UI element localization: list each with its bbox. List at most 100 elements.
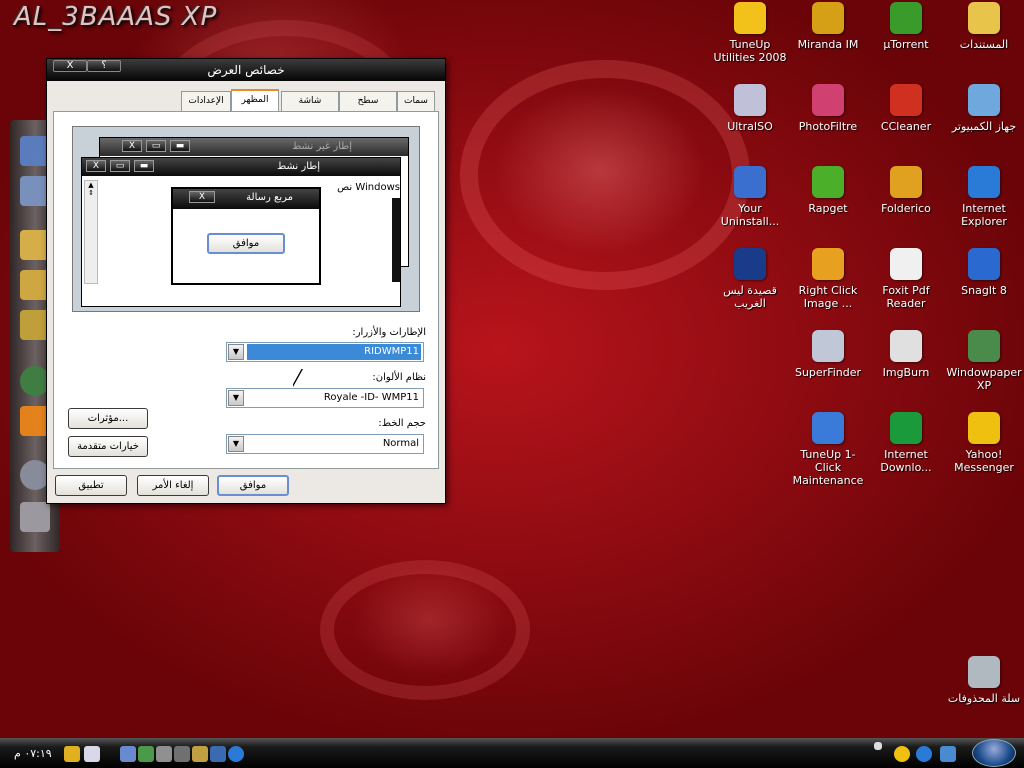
font-size-select[interactable]: ▼ Normal — [226, 434, 424, 454]
desktop-icon-label: µTorrent — [883, 38, 929, 51]
desktop-icon[interactable]: Folderico — [867, 166, 945, 215]
desktop-icon-label: TuneUp 1-Click Maintenance — [792, 448, 864, 487]
tray-sun-icon[interactable] — [64, 746, 80, 762]
quicklaunch-printer-icon[interactable] — [156, 746, 172, 762]
desktop-icon[interactable]: Miranda IM — [789, 2, 867, 51]
desktop-icon[interactable]: Internet Downlo... — [867, 412, 945, 474]
appearance-panel: X ▭ ▬ إطار غير نشط X ▭ ▬ إطار نشط ▲ ⇕ نص … — [53, 111, 439, 469]
preview-close-icon: X — [86, 160, 106, 172]
chevron-down-icon[interactable]: ▼ — [228, 344, 244, 360]
tray-yahoo-icon[interactable] — [894, 746, 910, 762]
preview-dark-edge — [392, 198, 400, 282]
chevron-down-icon[interactable]: ▼ — [228, 390, 244, 406]
desktop-icon[interactable]: PhotoFiltre — [789, 84, 867, 133]
desktop-icon[interactable]: Windowpaper XP — [945, 330, 1023, 392]
desktop-icon[interactable]: SuperFinder — [789, 330, 867, 379]
apply-button[interactable]: تطبيق — [55, 475, 127, 496]
internet-explorer-icon — [968, 166, 1000, 198]
desktop-icon[interactable]: ImgBurn — [867, 330, 945, 379]
desktop-icon[interactable]: المستندات — [945, 2, 1023, 51]
desktop-icon-label: جهاز الكمبيوتر — [951, 120, 1017, 133]
desktop-icon[interactable]: µTorrent — [867, 2, 945, 51]
wallpaper-cell — [320, 560, 530, 700]
dialog-titlebar[interactable]: X ؟ خصائص العرض — [47, 59, 445, 81]
dialog-title: خصائص العرض — [207, 63, 285, 77]
font-size-label: حجم الخط: — [378, 418, 426, 429]
desktop-icon-label: PhotoFiltre — [798, 120, 858, 133]
snagit-icon — [968, 248, 1000, 280]
tab-appearance[interactable]: المظهر — [231, 89, 279, 112]
ultraiso-icon — [734, 84, 766, 116]
font-size-value: Normal — [382, 438, 419, 449]
preview-inactive-title: إطار غير نشط — [292, 141, 352, 152]
tray-calendar-icon[interactable] — [84, 746, 100, 762]
preview-close-icon: X — [122, 140, 142, 152]
desktop-icon-label: Internet Downlo... — [880, 448, 932, 474]
desktop-icon[interactable]: TuneUp 1-Click Maintenance — [789, 412, 867, 487]
quicklaunch-mail-icon[interactable] — [210, 746, 226, 762]
preview-minimize-icon: ▬ — [170, 140, 190, 152]
recycle-bin-icon — [968, 656, 1000, 688]
windowpaper-icon — [968, 330, 1000, 362]
quicklaunch-camera-icon[interactable] — [174, 746, 190, 762]
ccleaner-icon — [890, 84, 922, 116]
imgburn-icon — [890, 330, 922, 362]
tab-settings[interactable]: الإعدادات — [181, 91, 231, 111]
desktop-icon[interactable]: Yahoo! Messenger — [945, 412, 1023, 474]
desktop-icon-label: CCleaner — [880, 120, 932, 133]
desktop-icon-label: SuperFinder — [794, 366, 862, 379]
ok-button[interactable]: موافق — [217, 475, 289, 496]
desktop-icon[interactable]: قصيدة ليس الغريب — [711, 248, 789, 310]
desktop-icon[interactable]: TuneUp Utilities 2008 — [711, 2, 789, 64]
desktop-icon-label: Yahoo! Messenger — [954, 448, 1014, 474]
desktop-icon[interactable]: Right Click Image ... — [789, 248, 867, 310]
windows-buttons-label: الإطارات والأزرار: — [352, 327, 426, 338]
miranda-icon — [812, 2, 844, 34]
desktop-icon[interactable]: جهاز الكمبيوتر — [945, 84, 1023, 133]
quicklaunch-ie-icon[interactable] — [228, 746, 244, 762]
tab-themes[interactable]: سمات — [397, 91, 435, 111]
tab-screensaver[interactable]: شاشة التوقف — [281, 91, 339, 124]
tray-snagit-icon[interactable] — [916, 746, 932, 762]
desktop-icon-label: TuneUp Utilities 2008 — [713, 38, 787, 64]
desktop-icon-label: المستندات — [959, 38, 1009, 51]
desktop-icon[interactable]: Foxit Pdf Reader — [867, 248, 945, 310]
tray-arrow-icon[interactable] — [874, 742, 882, 750]
desktop-icon[interactable]: سلة المحذوفات — [945, 656, 1023, 705]
tab-desktop[interactable]: سطح المكتب — [339, 91, 397, 124]
tray-desktop-icon[interactable] — [940, 746, 956, 762]
desktop-icon[interactable]: Internet Explorer — [945, 166, 1023, 228]
advanced-button[interactable]: خيارات متقدمة — [68, 436, 148, 457]
chevron-down-icon[interactable]: ▼ — [228, 436, 244, 452]
quicklaunch-paint-icon[interactable] — [192, 746, 208, 762]
desktop-icon[interactable]: Rapget — [789, 166, 867, 215]
wallpaper-cell — [460, 60, 750, 290]
preview-message-box: X مربع رسالة موافق — [171, 187, 321, 285]
start-button[interactable] — [972, 739, 1016, 767]
desktop-icon[interactable]: CCleaner — [867, 84, 945, 133]
tab-strip: سمات سطح المكتب شاشة التوقف المظهر الإعد… — [47, 89, 439, 124]
brand-logo-text: AL_3BAAAS XP — [14, 2, 218, 32]
dock-recycle-bin-icon[interactable] — [20, 502, 50, 532]
preview-scrollbar: ▲ ⇕ — [84, 180, 98, 284]
preview-close-icon: X — [189, 191, 215, 203]
quicklaunch-computer-icon[interactable] — [120, 746, 136, 762]
desktop-icon-label: Foxit Pdf Reader — [882, 284, 930, 310]
superfinder-icon — [812, 330, 844, 362]
desktop-icon[interactable]: Your Uninstall... — [711, 166, 789, 228]
cancel-button[interactable]: إلغاء الأمر — [137, 475, 209, 496]
desktop-icon[interactable]: SnagIt 8 — [945, 248, 1023, 297]
desktop-icon[interactable]: UltraISO — [711, 84, 789, 133]
yahoo-messenger-icon — [968, 412, 1000, 444]
display-properties-dialog: X ؟ خصائص العرض سمات سطح المكتب شاشة الت… — [46, 58, 446, 504]
foxit-reader-icon — [890, 248, 922, 280]
quicklaunch-network-icon[interactable] — [138, 746, 154, 762]
color-scheme-select[interactable]: ▼ Royale -ID- WMP11 — [226, 388, 424, 408]
desktop-icon-label: Rapget — [808, 202, 848, 215]
documents-folder-icon — [968, 2, 1000, 34]
effects-button[interactable]: مؤثرات... — [68, 408, 148, 429]
taskbar-clock[interactable]: ٠٧:١٩ م — [14, 747, 52, 760]
windows-buttons-select[interactable]: ▼ RIDWMP11 — [226, 342, 424, 362]
utorrent-icon — [890, 2, 922, 34]
desktop-icon-label: Right Click Image ... — [798, 284, 858, 310]
